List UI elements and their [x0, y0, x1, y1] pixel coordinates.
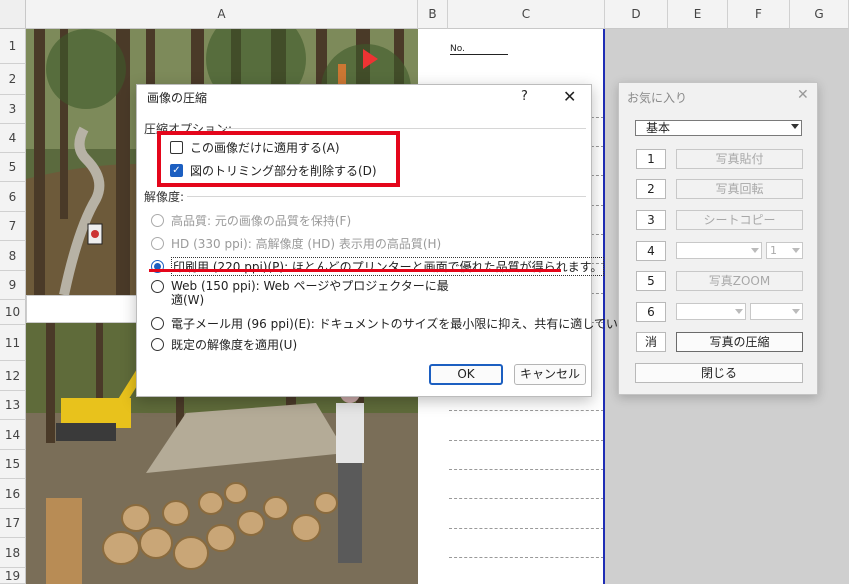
row-header[interactable]: 12 — [0, 361, 26, 391]
row-header[interactable]: 16 — [0, 479, 26, 509]
slot-4-button[interactable]: 4 — [636, 241, 666, 261]
resolution-option-high-fidelity: 高品質: 元の画像の品質を保持(F) — [151, 212, 351, 229]
rotate-photo-button: 写真回転 — [676, 179, 803, 199]
radio-high-fidelity — [151, 214, 164, 227]
copy-sheet-button: シートコピー — [676, 210, 803, 230]
row-header[interactable]: 13 — [0, 391, 26, 420]
row-header[interactable]: 11 — [0, 325, 26, 361]
resolution-option-web[interactable]: Web (150 ppi): Web ページやプロジェクターに最 適(W) — [151, 279, 449, 307]
row-header[interactable]: 14 — [0, 420, 26, 450]
row-header[interactable]: 1 — [0, 29, 26, 64]
resolution-option-email[interactable]: 電子メール用 (96 ppi)(E): ドキュメントのサイズを最小限に抑え、共有… — [151, 315, 653, 332]
column-header-e[interactable]: E — [668, 0, 728, 29]
paste-photo-button: 写真貼付 — [676, 149, 803, 169]
favorites-panel: お気に入り ✕ 基本 1 写真貼付 2 写真回転 3 シートコピー 4 1 5 … — [618, 82, 818, 395]
row-header[interactable]: 15 — [0, 450, 26, 479]
print-area-border — [603, 29, 605, 584]
slot-3-button[interactable]: 3 — [636, 210, 666, 230]
radio-email[interactable] — [151, 317, 164, 330]
slot-5-button[interactable]: 5 — [636, 271, 666, 291]
cancel-button[interactable]: キャンセル — [514, 364, 586, 385]
row-header[interactable]: 3 — [0, 95, 26, 124]
row-header[interactable]: 10 — [0, 300, 26, 325]
slot-6-dropdown-2 — [750, 303, 803, 320]
help-button[interactable]: ? — [521, 89, 528, 104]
slot-4-dropdown-1 — [676, 242, 762, 259]
compress-photo-button[interactable]: 写真の圧縮 — [676, 332, 803, 352]
column-header-f[interactable]: F — [728, 0, 790, 29]
slot-1-button[interactable]: 1 — [636, 149, 666, 169]
slot-4-dropdown-2: 1 — [766, 242, 803, 259]
row-header[interactable]: 4 — [0, 124, 26, 153]
select-all-corner[interactable] — [0, 0, 26, 29]
row-header[interactable]: 2 — [0, 64, 26, 95]
cell-c1-no-label: No. — [450, 44, 508, 55]
row-header[interactable]: 5 — [0, 153, 26, 182]
row-header[interactable]: 7 — [0, 212, 26, 241]
column-header-c[interactable]: C — [448, 0, 605, 29]
row-header[interactable]: 6 — [0, 182, 26, 212]
column-header-d[interactable]: D — [605, 0, 668, 29]
favorites-title: お気に入り — [627, 91, 688, 105]
slot-6-dropdown-1 — [676, 303, 746, 320]
slot-2-button[interactable]: 2 — [636, 179, 666, 199]
clear-button[interactable]: 消 — [636, 332, 666, 352]
compress-pictures-dialog: 画像の圧縮 ? ✕ 圧縮オプション: この画像だけに適用する(A) ✓ 図のトリ… — [136, 84, 653, 397]
highlight-underline — [149, 269, 561, 272]
column-header-g[interactable]: G — [790, 0, 849, 29]
row-header[interactable]: 8 — [0, 241, 26, 271]
row-header[interactable]: 17 — [0, 509, 26, 538]
photo-zoom-button: 写真ZOOM — [676, 271, 803, 291]
close-icon[interactable]: ✕ — [797, 87, 809, 103]
close-icon[interactable]: ✕ — [563, 87, 576, 106]
column-header-a[interactable]: A — [26, 0, 418, 29]
highlight-box — [157, 131, 400, 187]
resolution-option-hd: HD (330 ppi): 高解像度 (HD) 表示用の高品質(H) — [151, 235, 441, 252]
spreadsheet: A B C D E F G 1 2 3 4 5 6 7 8 9 10 11 12 13 14 15 16 17 1… — [0, 0, 849, 584]
radio-default[interactable] — [151, 338, 164, 351]
close-panel-button[interactable]: 閉じる — [635, 363, 803, 383]
resolution-label: 解像度: — [144, 190, 185, 204]
ok-button[interactable]: OK — [429, 364, 503, 385]
resolution-option-default[interactable]: 既定の解像度を適用(U) — [151, 336, 297, 353]
resolution-option-print[interactable]: 印刷用 (220 ppi)(P): ほとんどのプリンターと画面で優れた品質が得ら… — [151, 257, 605, 276]
preset-select[interactable]: 基本 — [635, 120, 802, 136]
radio-hd — [151, 237, 164, 250]
row-header[interactable]: 18 — [0, 538, 26, 568]
radio-web[interactable] — [151, 280, 164, 293]
row-header[interactable]: 9 — [0, 271, 26, 300]
column-header-b[interactable]: B — [418, 0, 448, 29]
row-header[interactable]: 19 — [0, 568, 26, 584]
slot-6-button[interactable]: 6 — [636, 302, 666, 322]
chevron-down-icon — [791, 124, 799, 129]
